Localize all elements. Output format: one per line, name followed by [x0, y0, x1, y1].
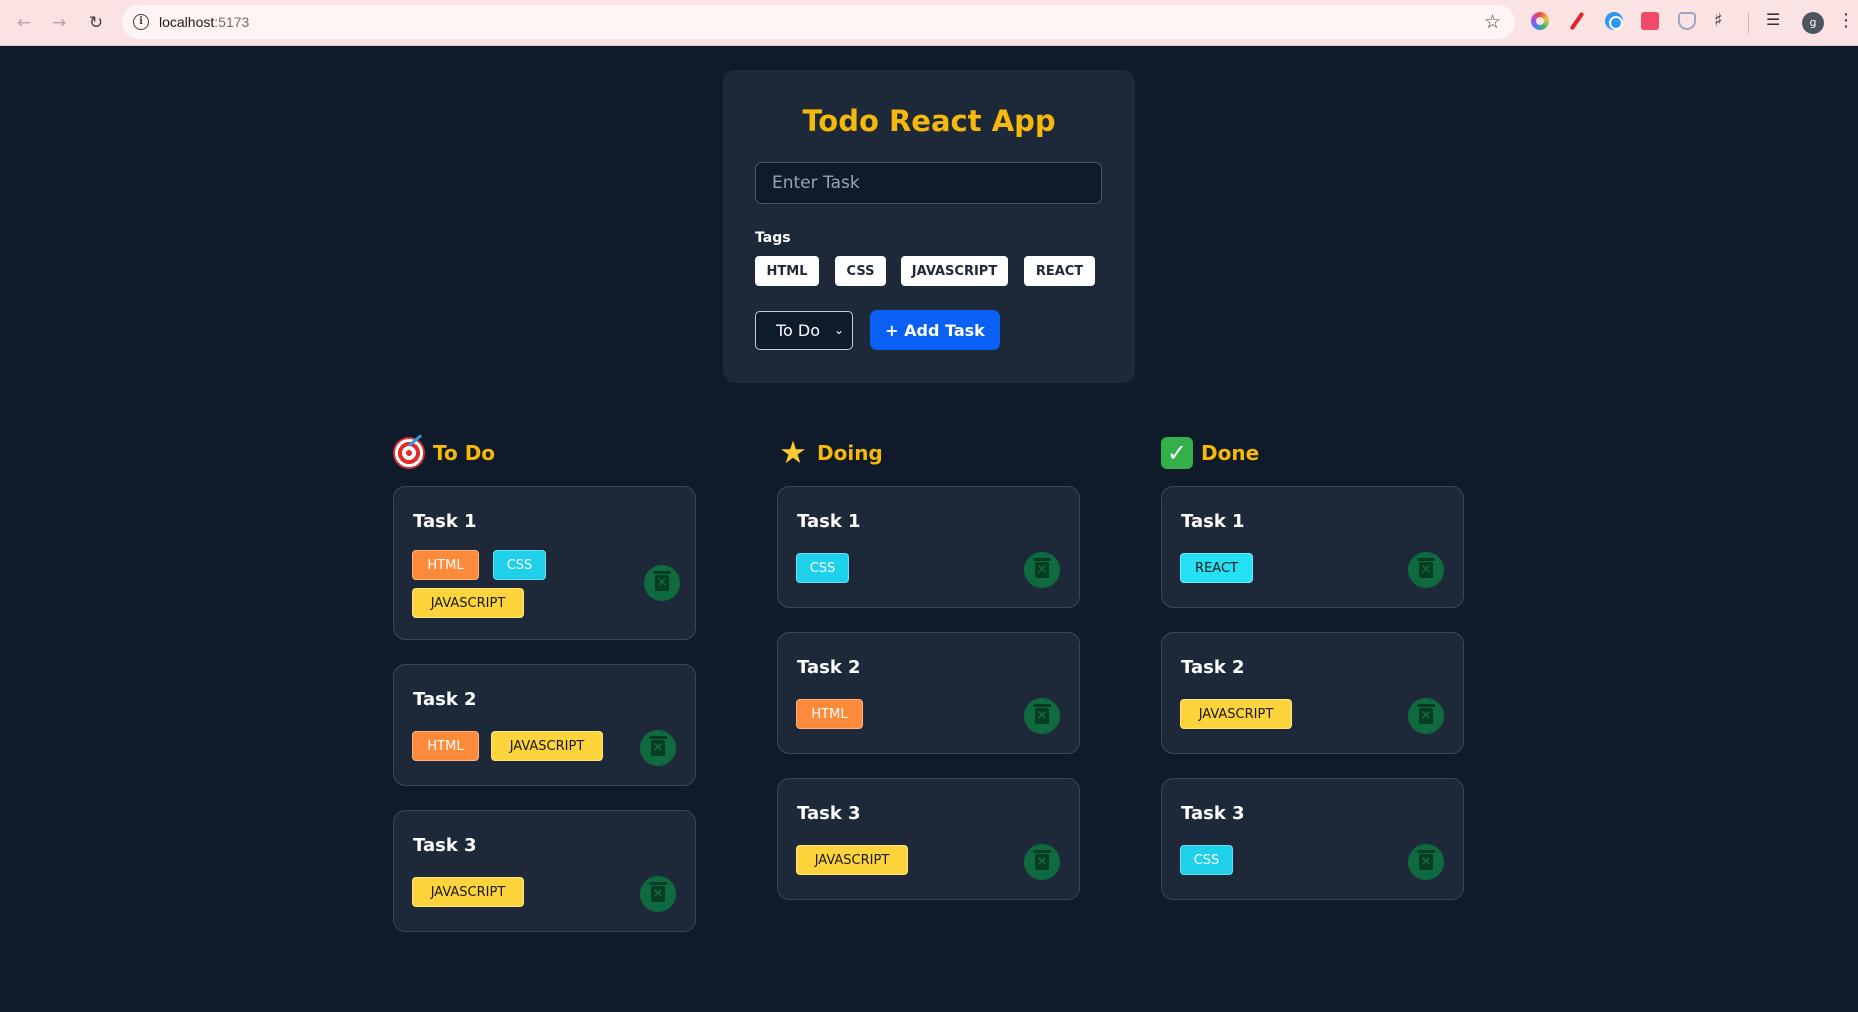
extensions-puzzle-icon[interactable]: ♯ [1714, 10, 1732, 31]
task-title: Task 1 [797, 511, 861, 532]
tag-button-html[interactable]: HTML [755, 256, 819, 286]
delete-task-button[interactable] [640, 876, 676, 912]
task-input[interactable] [755, 162, 1102, 204]
column-header-doing: ★ Doing [777, 436, 883, 470]
pink-extension-icon[interactable] [1641, 12, 1659, 30]
column-header-todo: To Do [393, 436, 495, 470]
task-title: Task 2 [413, 689, 477, 710]
delete-task-button[interactable] [644, 565, 680, 601]
delete-task-button[interactable] [1408, 698, 1444, 734]
task-card: Task 1 REACT [1161, 486, 1464, 608]
trash-icon [1417, 558, 1435, 578]
trash-icon [649, 736, 667, 756]
task-card: Task 3 JAVASCRIPT [393, 810, 696, 932]
tags-label: Tags [755, 230, 791, 246]
column-title: To Do [433, 441, 496, 465]
url-host: localhost [159, 14, 215, 30]
glowing-star-icon: ★ [779, 435, 807, 471]
forward-arrow-icon[interactable]: → [47, 11, 71, 35]
trash-icon [653, 571, 671, 591]
column-title: Doing [817, 441, 883, 465]
tag-chip-html: HTML [412, 550, 479, 580]
trash-icon [1033, 704, 1051, 724]
column-header-done: ✓ Done [1161, 436, 1259, 470]
task-card: Task 2 JAVASCRIPT [1161, 632, 1464, 754]
shield-extension-icon[interactable] [1678, 12, 1696, 30]
trash-icon [649, 882, 667, 902]
tag-chip-javascript: JAVASCRIPT [412, 877, 524, 907]
trash-icon [1033, 558, 1051, 578]
task-title: Task 3 [413, 835, 477, 856]
profile-avatar[interactable]: g [1802, 12, 1824, 34]
browser-toolbar: ← → ↻ i localhost:5173 ☆ ♯ ☰ g ⋮ [0, 0, 1858, 46]
tag-button-javascript[interactable]: JAVASCRIPT [901, 256, 1008, 286]
toolbar-divider [1748, 13, 1749, 33]
tag-chip-javascript: JAVASCRIPT [412, 588, 524, 618]
task-title: Task 2 [797, 657, 861, 678]
delete-task-button[interactable] [1024, 698, 1060, 734]
target-icon [393, 437, 425, 469]
task-card: Task 3 JAVASCRIPT [777, 778, 1080, 900]
tag-button-css[interactable]: CSS [835, 256, 886, 286]
task-title: Task 3 [797, 803, 861, 824]
tag-chip-html: HTML [796, 699, 863, 729]
chevron-down-icon: ⌄ [833, 323, 844, 337]
trash-icon [1417, 704, 1435, 724]
site-info-icon[interactable]: i [133, 14, 149, 30]
trash-icon [1417, 850, 1435, 870]
delete-task-button[interactable] [1408, 844, 1444, 880]
tag-chip-javascript: JAVASCRIPT [491, 731, 603, 761]
check-mark-icon: ✓ [1161, 437, 1193, 469]
pen-extension-icon[interactable] [1568, 12, 1586, 30]
delete-task-button[interactable] [640, 730, 676, 766]
task-title: Task 1 [413, 511, 477, 532]
back-arrow-icon[interactable]: ← [12, 11, 36, 35]
task-card: Task 3 CSS [1161, 778, 1464, 900]
task-card: Task 2 HTML [777, 632, 1080, 754]
tag-chip-javascript: JAVASCRIPT [796, 845, 908, 875]
url-port: :5173 [214, 14, 250, 30]
delete-task-button[interactable] [1024, 552, 1060, 588]
kebab-menu-icon[interactable]: ⋮ [1837, 10, 1855, 31]
task-card: Task 1 CSS [777, 486, 1080, 608]
tag-chip-css: CSS [1180, 845, 1233, 875]
add-task-button[interactable]: + Add Task [870, 310, 1000, 350]
tag-chip-html: HTML [412, 731, 479, 761]
task-card: Task 2 HTML JAVASCRIPT [393, 664, 696, 786]
reload-icon[interactable]: ↻ [84, 11, 108, 35]
app-title: Todo React App [802, 104, 1056, 138]
tag-chip-css: CSS [796, 553, 849, 583]
tag-chip-react: REACT [1180, 553, 1253, 583]
column-title: Done [1201, 441, 1260, 465]
trash-icon [1033, 850, 1051, 870]
tag-chip-css: CSS [493, 550, 546, 580]
tag-chip-javascript: JAVASCRIPT [1180, 699, 1292, 729]
task-card: Task 1 HTML CSS JAVASCRIPT [393, 486, 696, 640]
status-select[interactable]: To Do ⌄ [755, 311, 853, 350]
task-title: Task 3 [1181, 803, 1245, 824]
bookmark-star-icon[interactable]: ☆ [1484, 11, 1501, 33]
task-title: Task 2 [1181, 657, 1245, 678]
status-select-value: To Do [776, 321, 821, 340]
delete-task-button[interactable] [1024, 844, 1060, 880]
color-picker-extension-icon[interactable] [1531, 12, 1549, 30]
task-title: Task 1 [1181, 511, 1245, 532]
media-controls-icon[interactable]: ☰ [1766, 10, 1784, 29]
address-bar[interactable]: i localhost:5173 ☆ [122, 5, 1515, 39]
sync-extension-icon[interactable] [1605, 12, 1623, 30]
task-form-card: Todo React App Tags HTML CSS JAVASCRIPT … [723, 70, 1135, 383]
url-text: localhost:5173 [159, 14, 249, 30]
delete-task-button[interactable] [1408, 552, 1444, 588]
tag-button-react[interactable]: REACT [1024, 256, 1095, 286]
